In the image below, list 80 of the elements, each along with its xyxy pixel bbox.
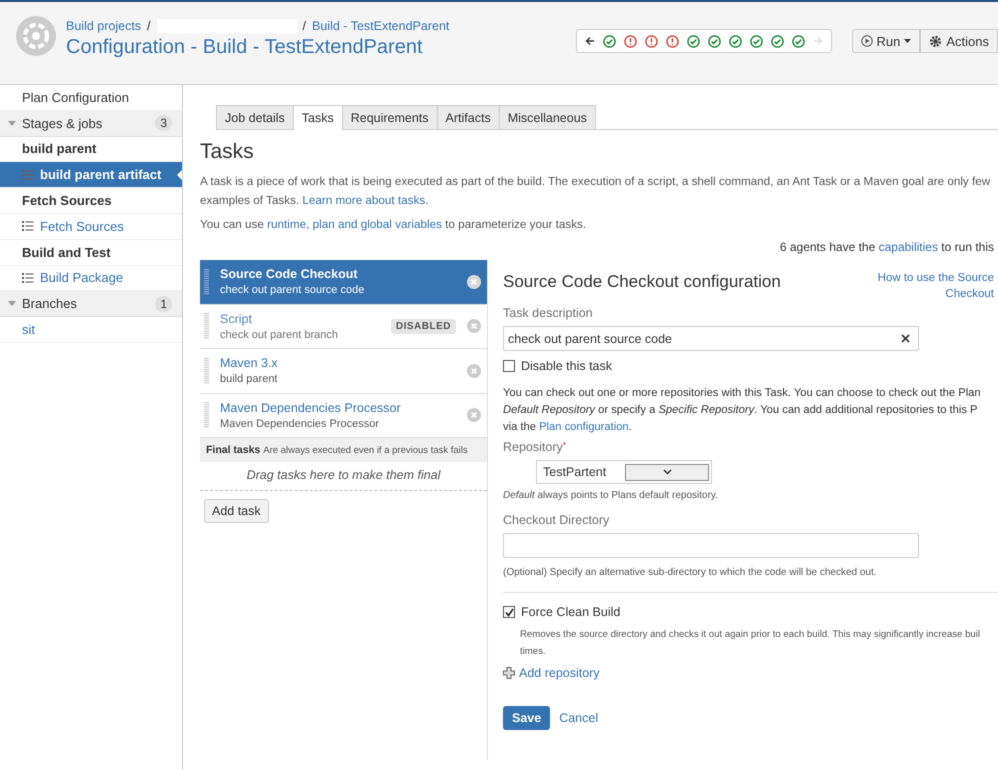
- remove-icon[interactable]: [467, 274, 481, 289]
- variables-text: You can use runtime, plan and global variables to parameterize your tasks.: [200, 217, 588, 233]
- caret-icon: [904, 39, 912, 43]
- checkout-directory-field[interactable]: [503, 533, 919, 558]
- count-badge: 3: [155, 115, 172, 132]
- field-label: Checkout Directory: [503, 513, 610, 527]
- count-badge: 1: [155, 296, 172, 312]
- tab[interactable]: Requirements: [342, 105, 438, 129]
- checkbox-label: Force Clean Build: [521, 605, 620, 619]
- task-item[interactable]: Source Code Checkout check out parent source code: [200, 260, 487, 304]
- list-icon: [22, 221, 34, 232]
- sidebar-branch[interactable]: sit: [0, 317, 182, 343]
- success-icon[interactable]: [770, 34, 784, 48]
- page-title: Configuration - Build - TestExtendParent: [66, 36, 424, 59]
- success-icon[interactable]: [750, 34, 762, 48]
- add-repository-link[interactable]: Add repository: [519, 666, 600, 680]
- list-icon: [22, 170, 34, 180]
- agents-text: 6 agents have the capabilities to run this: [778, 240, 994, 254]
- final-tasks-bar: Final tasks Are always executed even if a previous task fails: [200, 438, 487, 462]
- logo-icon: [16, 16, 56, 56]
- actions-button[interactable]: Actions: [920, 29, 998, 53]
- disable-task-checkbox[interactable]: [503, 360, 515, 372]
- tasks-intro-text: A task is a piece of work that is being executed as part of the build. The execution of a script, a shell command, an Ant Task or a Maven goal are only few examples of Tasks. Learn more about tasks.: [200, 174, 992, 209]
- run-button[interactable]: Run: [852, 29, 920, 53]
- success-icon[interactable]: [708, 34, 720, 48]
- success-icon[interactable]: [686, 34, 700, 48]
- tab[interactable]: Tasks: [292, 105, 343, 130]
- repository-hint: Default always points to Plans default repository.: [503, 490, 719, 501]
- link[interactable]: Plan configuration: [539, 421, 629, 433]
- cancel-link[interactable]: Cancel: [559, 711, 598, 725]
- plus-icon[interactable]: [503, 667, 515, 679]
- tab[interactable]: Artifacts: [436, 105, 500, 129]
- task-item[interactable]: Maven 3.x build parent: [200, 349, 487, 394]
- checkbox-label: Disable this task: [521, 359, 612, 373]
- drag-handle-icon[interactable]: [204, 268, 209, 295]
- play-icon: [860, 35, 872, 47]
- help-link[interactable]: How to use the Source Checkout: [878, 270, 994, 302]
- clear-icon[interactable]: [901, 334, 910, 343]
- disabled-badge: DISABLED: [390, 318, 456, 334]
- success-icon[interactable]: [602, 34, 616, 48]
- gear-icon: [929, 34, 942, 48]
- failed-icon[interactable]: [624, 34, 636, 48]
- drag-handle-icon[interactable]: [204, 402, 209, 428]
- link[interactable]: Learn more about tasks: [302, 194, 426, 207]
- field-label: Task description: [503, 306, 594, 320]
- checkout-directory-hint: (Optional) Specify an alternative sub-directory to which the code will be checked out.: [503, 567, 878, 578]
- sidebar-section[interactable]: Branches: [22, 296, 77, 312]
- force-clean-checkbox[interactable]: [503, 606, 515, 618]
- config-title: Source Code Checkout configuration: [503, 272, 781, 293]
- link[interactable]: runtime, plan and global variables: [267, 218, 442, 231]
- breadcrumb-link[interactable]: Build - TestExtendParent: [312, 19, 450, 33]
- failed-icon[interactable]: [666, 34, 678, 48]
- sidebar-job[interactable]: Fetch Sources: [0, 214, 182, 240]
- breadcrumb-separator: /: [302, 19, 306, 33]
- arrow-left-icon[interactable]: [584, 36, 594, 46]
- drag-handle-icon[interactable]: [204, 358, 209, 384]
- repository-select[interactable]: TestPartent: [536, 460, 712, 484]
- tab[interactable]: Job details: [216, 105, 294, 129]
- link[interactable]: capabilities: [878, 240, 938, 254]
- sidebar-stage[interactable]: Fetch Sources: [0, 188, 182, 214]
- success-icon[interactable]: [792, 34, 804, 48]
- force-clean-description: Removes the source directory and checks it out again prior to each build. This may significantly increase buil times.: [520, 628, 982, 658]
- repositories-help-text: You can check out one or more repositories with this Task. You can choose to check out the Plan Default Repository or specify a Specific Repository. You can add additional repositories to this P via the Plan configuration.: [503, 386, 982, 435]
- caret-icon[interactable]: [8, 120, 16, 126]
- breadcrumb-separator: /: [147, 19, 151, 33]
- sidebar-stage[interactable]: Build and Test: [0, 240, 182, 266]
- drop-zone[interactable]: Drag tasks here to make them final: [200, 462, 487, 491]
- task-description-field[interactable]: check out parent source code: [503, 326, 919, 351]
- breadcrumb-link[interactable]: Build projects: [66, 19, 142, 33]
- tab[interactable]: Miscellaneous: [498, 105, 596, 129]
- add-task-button[interactable]: Add task: [204, 499, 269, 523]
- sidebar-job[interactable]: build parent artifact: [0, 162, 182, 188]
- list-icon: [22, 272, 34, 283]
- success-icon[interactable]: [728, 34, 742, 48]
- failed-icon[interactable]: [644, 34, 658, 48]
- sidebar-section[interactable]: Stages & jobs: [22, 116, 102, 131]
- save-button[interactable]: Save: [503, 706, 550, 730]
- field-label: Repository*: [503, 440, 568, 454]
- caret-icon[interactable]: [8, 301, 16, 306]
- section-heading: Tasks: [200, 140, 255, 164]
